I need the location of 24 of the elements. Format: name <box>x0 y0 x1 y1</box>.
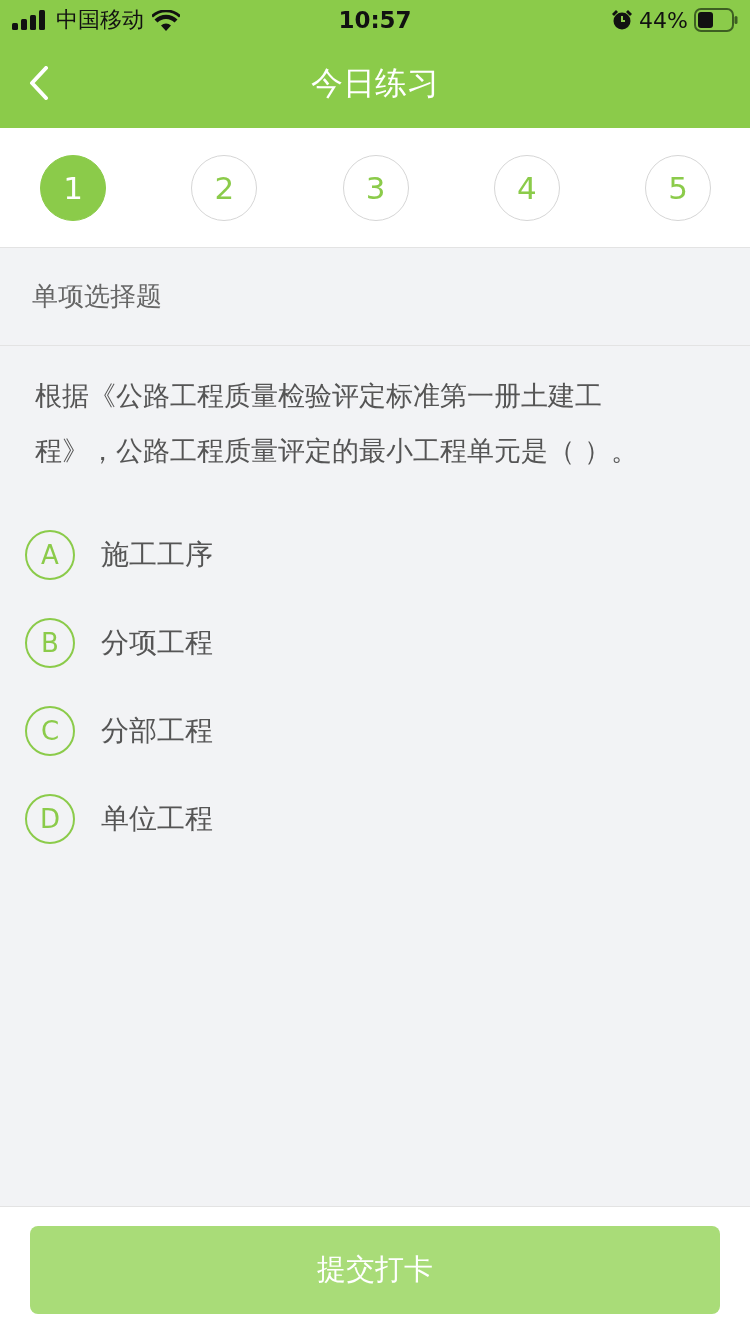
carrier-name: 中国移动 <box>56 6 144 34</box>
question-number-tab[interactable]: 4 <box>493 154 560 221</box>
question-number-tab[interactable]: 3 <box>342 154 409 221</box>
question-number-tab[interactable]: 2 <box>191 154 258 221</box>
question-number-tab[interactable]: 1 <box>40 154 106 221</box>
wifi-icon <box>152 9 180 31</box>
alarm-clock-icon <box>611 9 634 31</box>
page-title: 今日练习 <box>311 63 439 104</box>
option-letter[interactable]: B <box>25 618 75 668</box>
option-text[interactable]: 分部工程 <box>101 712 213 750</box>
back-icon[interactable] <box>29 66 49 100</box>
option-text[interactable]: 施工工序 <box>101 536 213 574</box>
status-time: 10:57 <box>338 7 412 33</box>
battery-icon <box>694 8 738 32</box>
option-letter[interactable]: C <box>25 706 75 756</box>
option-text[interactable]: 分项工程 <box>101 624 213 662</box>
battery-percent: 44% <box>639 7 688 33</box>
question-type-label: 单项选择题 <box>32 280 162 313</box>
question-text: 根据《公路工程质量检验评定标准第一册土建工程》，公路工程质量评定的最小工程单元是（ ）。 <box>35 379 639 468</box>
option-letter[interactable]: D <box>25 794 75 844</box>
question-number-tab[interactable]: 5 <box>645 154 711 221</box>
option-text[interactable]: 单位工程 <box>101 800 213 838</box>
option-letter[interactable]: A <box>25 530 75 580</box>
signal-icon <box>12 10 48 30</box>
